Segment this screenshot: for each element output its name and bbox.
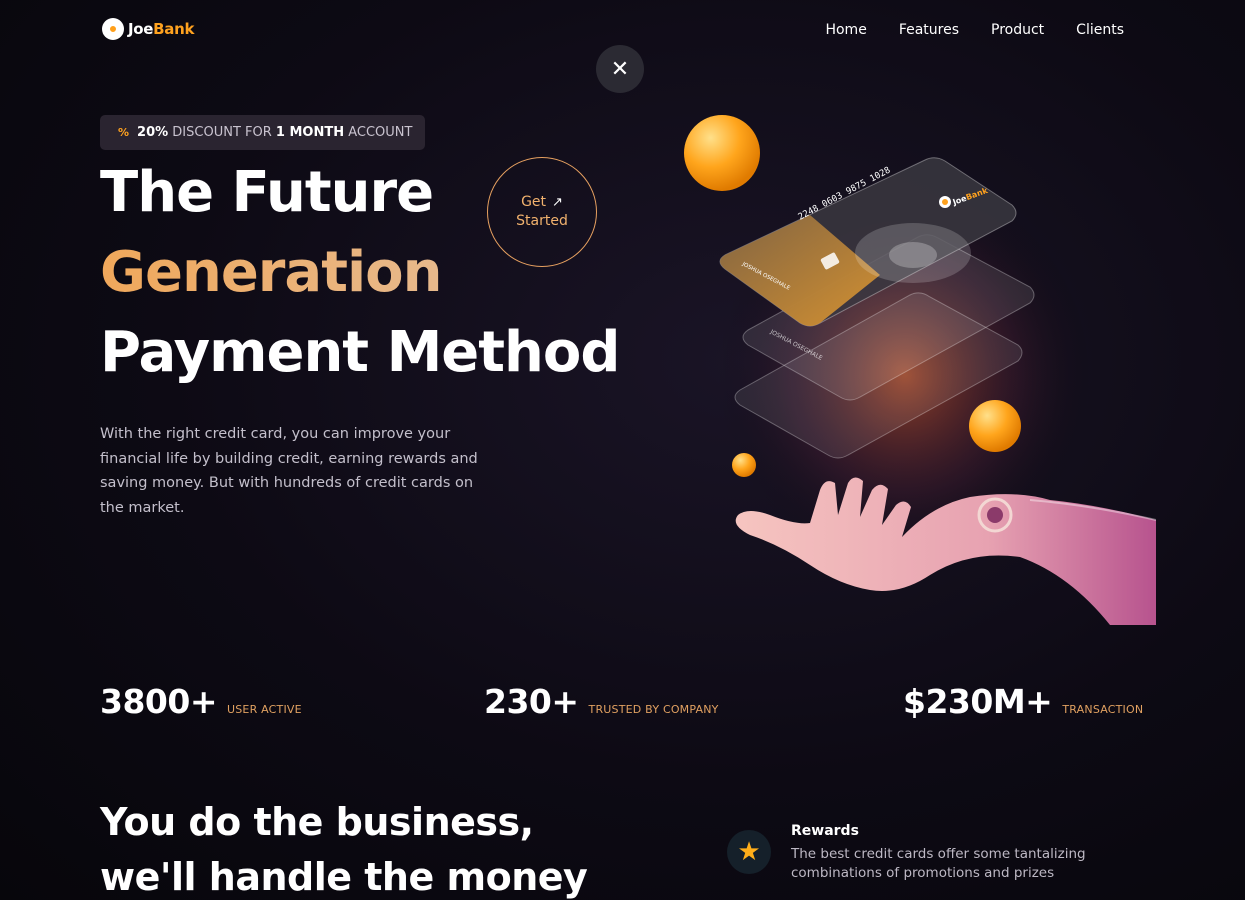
promo-text: 20% DISCOUNT FOR 1 MONTH ACCOUNT	[137, 125, 413, 140]
logo-icon	[102, 18, 124, 40]
hero-title-line1: The Future	[100, 160, 434, 225]
nav-home[interactable]: Home	[825, 22, 866, 38]
orb-large	[684, 115, 760, 191]
rewards-icon-badge: ★	[727, 830, 771, 874]
business-title-line2: we'll handle the money	[100, 855, 588, 899]
hero-description: With the right credit card, you can impr…	[100, 426, 478, 516]
stat-transactions-label: TRANSACTION	[1062, 703, 1144, 716]
close-icon: ✕	[610, 56, 630, 82]
cta-label-line2: Started	[516, 213, 568, 229]
stat-companies: 230+ TRUSTED BY COMPANY	[484, 682, 719, 721]
promo-badge: % 20% DISCOUNT FOR 1 MONTH ACCOUNT	[100, 115, 426, 150]
logo-text: JoeBank	[128, 20, 195, 38]
stat-users-label: USER ACTIVE	[227, 703, 302, 716]
hero-title-line3: Payment Method	[100, 320, 620, 385]
star-icon: ★	[737, 837, 761, 867]
nav-clients[interactable]: Clients	[1076, 22, 1124, 38]
rewards-description: The best credit cards offer some tantali…	[791, 846, 1086, 881]
orb-medium	[969, 400, 1021, 452]
get-started-button[interactable]: Get ↗ Started	[487, 157, 597, 267]
close-button[interactable]: ✕	[596, 45, 644, 93]
logo[interactable]: JoeBank	[102, 18, 194, 40]
stat-companies-label: TRUSTED BY COMPANY	[588, 703, 719, 716]
stat-transactions-value: $230M+	[903, 682, 1053, 721]
nav-product[interactable]: Product	[991, 22, 1044, 38]
percent-icon: %	[118, 126, 130, 139]
stat-users: 3800+ USER ACTIVE	[100, 682, 302, 721]
stat-users-value: 3800+	[100, 682, 218, 721]
hero-illustration: JOSHUA OSEGHALE 2248 0603 9875 1028 JOSH…	[684, 115, 1156, 625]
nav-features[interactable]: Features	[899, 22, 959, 38]
business-title-line1: You do the business,	[100, 800, 534, 844]
hero-title-line2: Generation	[100, 240, 443, 305]
stat-transactions: $230M+ TRANSACTION	[903, 682, 1143, 721]
stat-companies-value: 230+	[484, 682, 579, 721]
main-nav: Home Features Product Clients	[825, 22, 1124, 38]
orb-small	[732, 453, 756, 477]
arrow-up-right-icon: ↗	[552, 195, 563, 210]
rewards-title: Rewards	[791, 823, 859, 839]
cta-label-line1: Get	[521, 194, 547, 210]
